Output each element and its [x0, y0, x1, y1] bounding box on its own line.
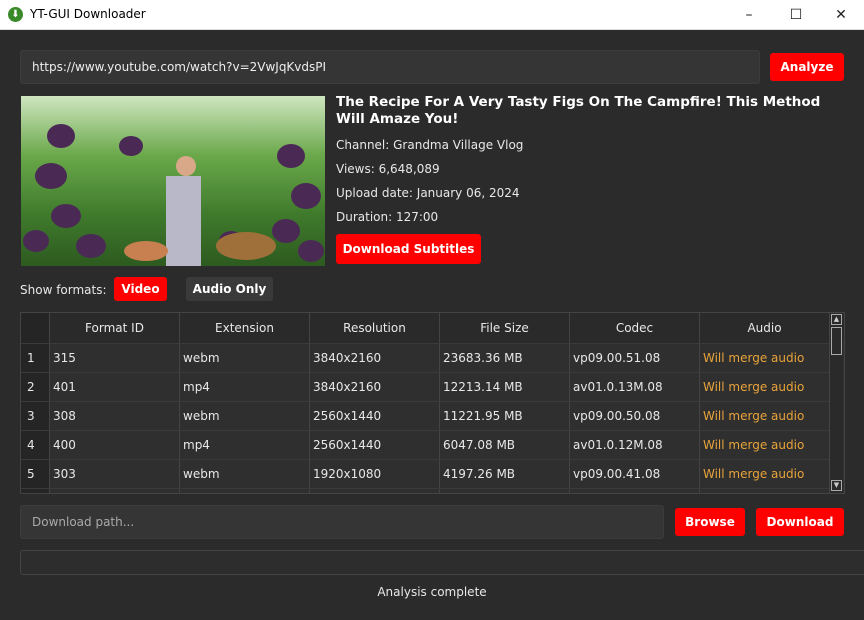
header-codec[interactable]: Codec	[570, 313, 700, 343]
cell-extension[interactable]: mp4	[180, 431, 310, 459]
analyze-button[interactable]: Analyze	[770, 53, 844, 81]
cell-audio[interactable]: Will merge audio	[700, 373, 830, 401]
cell-file-size[interactable]: 12213.14 MB	[440, 373, 570, 401]
table-scrollbar[interactable]: ▲ ▼	[829, 313, 843, 493]
cell-resolution[interactable]: 2560x1440	[310, 431, 440, 459]
download-path-input[interactable]: Download path...	[20, 505, 664, 539]
title-bar: ⬇ YT-GUI Downloader – ☐ ✕	[0, 0, 864, 30]
video-channel: Channel: Grandma Village Vlog	[336, 138, 524, 152]
video-title: The Recipe For A Very Tasty Figs On The …	[336, 94, 821, 127]
close-button[interactable]: ✕	[818, 0, 864, 30]
download-button[interactable]: Download	[756, 508, 844, 536]
header-resolution[interactable]: Resolution	[310, 313, 440, 343]
cell-file-size[interactable]: 4197.26 MB	[440, 460, 570, 488]
url-input[interactable]: https://www.youtube.com/watch?v=2VwJqKvd…	[20, 50, 760, 84]
download-subtitles-button[interactable]: Download Subtitles	[336, 234, 481, 264]
cell-resolution[interactable]: 2560x1440	[310, 402, 440, 430]
cell-codec[interactable]: av01.0.12M.08	[570, 431, 700, 459]
cell-resolution[interactable]: 3840x2160	[310, 344, 440, 372]
maximize-button[interactable]: ☐	[773, 0, 819, 30]
header-audio[interactable]: Audio	[700, 313, 830, 343]
formats-table: Format ID Extension Resolution File Size…	[20, 312, 845, 494]
cell-extension[interactable]: webm	[180, 460, 310, 488]
progress-bar	[20, 550, 864, 575]
cell-file-size[interactable]: 11221.95 MB	[440, 402, 570, 430]
cell-extension[interactable]: webm	[180, 402, 310, 430]
browse-button[interactable]: Browse	[675, 508, 745, 536]
cell-codec[interactable]: av01.0.13M.08	[570, 373, 700, 401]
header-extension[interactable]: Extension	[180, 313, 310, 343]
table-row[interactable]: 5 303 webm 1920x1080 4197.26 MB vp09.00.41.08…	[21, 459, 844, 488]
video-upload-date: Upload date: January 06, 2024	[336, 186, 520, 200]
cell-extension[interactable]: webm	[180, 344, 310, 372]
cell-resolution[interactable]: 3840x2160	[310, 373, 440, 401]
table-row[interactable]: 3 308 webm 2560x1440 11221.95 MB vp09.00.50.0…	[21, 401, 844, 430]
cell-extension[interactable]: mp4	[180, 373, 310, 401]
scroll-down-icon[interactable]: ▼	[831, 480, 842, 491]
cell-format-id[interactable]: 308	[50, 402, 180, 430]
row-number[interactable]: 1	[21, 344, 50, 372]
scroll-up-icon[interactable]: ▲	[831, 314, 842, 325]
cell-audio[interactable]: Will merge audio	[700, 402, 830, 430]
cell-codec[interactable]: vp09.00.50.08	[570, 402, 700, 430]
header-format-id[interactable]: Format ID	[50, 313, 180, 343]
cell-codec[interactable]: vp09.00.41.08	[570, 460, 700, 488]
video-views: Views: 6,648,089	[336, 162, 440, 176]
cell-audio[interactable]: Will merge audio	[700, 431, 830, 459]
table-row[interactable]: 1 315 webm 3840x2160 23683.36 MB vp09.00.51.0…	[21, 343, 844, 372]
header-file-size[interactable]: File Size	[440, 313, 570, 343]
video-thumbnail	[21, 96, 325, 266]
row-number[interactable]: 5	[21, 460, 50, 488]
status-text: Analysis complete	[377, 585, 487, 599]
cell-format-id[interactable]: 401	[50, 373, 180, 401]
window-title: YT-GUI Downloader	[30, 7, 146, 21]
cell-format-id[interactable]: 303	[50, 460, 180, 488]
table-row[interactable]: 4 400 mp4 2560x1440 6047.08 MB av01.0.12M.08 W…	[21, 430, 844, 459]
video-format-button[interactable]: Video	[114, 277, 167, 301]
cell-format-id[interactable]: 315	[50, 344, 180, 372]
table-row[interactable]: 2 401 mp4 3840x2160 12213.14 MB av01.0.13M.08…	[21, 372, 844, 401]
cell-resolution[interactable]: 1920x1080	[310, 460, 440, 488]
cell-file-size[interactable]: 23683.36 MB	[440, 344, 570, 372]
cell-audio[interactable]: Will merge audio	[700, 460, 830, 488]
cell-file-size[interactable]: 6047.08 MB	[440, 431, 570, 459]
app-download-icon: ⬇	[8, 7, 23, 22]
table-header: Format ID Extension Resolution File Size…	[21, 313, 844, 343]
video-duration: Duration: 127:00	[336, 210, 439, 224]
minimize-button[interactable]: –	[726, 0, 772, 30]
cell-audio[interactable]: Will merge audio	[700, 344, 830, 372]
cell-codec[interactable]: vp09.00.51.08	[570, 344, 700, 372]
audio-only-button[interactable]: Audio Only	[186, 277, 273, 301]
thumbnail-image	[23, 124, 324, 266]
table-row-partial	[21, 488, 844, 493]
row-number[interactable]: 4	[21, 431, 50, 459]
show-formats-label: Show formats:	[20, 283, 107, 297]
corner-cell[interactable]	[21, 313, 50, 343]
scroll-thumb[interactable]	[831, 327, 842, 355]
cell-format-id[interactable]: 400	[50, 431, 180, 459]
row-number[interactable]: 3	[21, 402, 50, 430]
row-number[interactable]: 2	[21, 373, 50, 401]
